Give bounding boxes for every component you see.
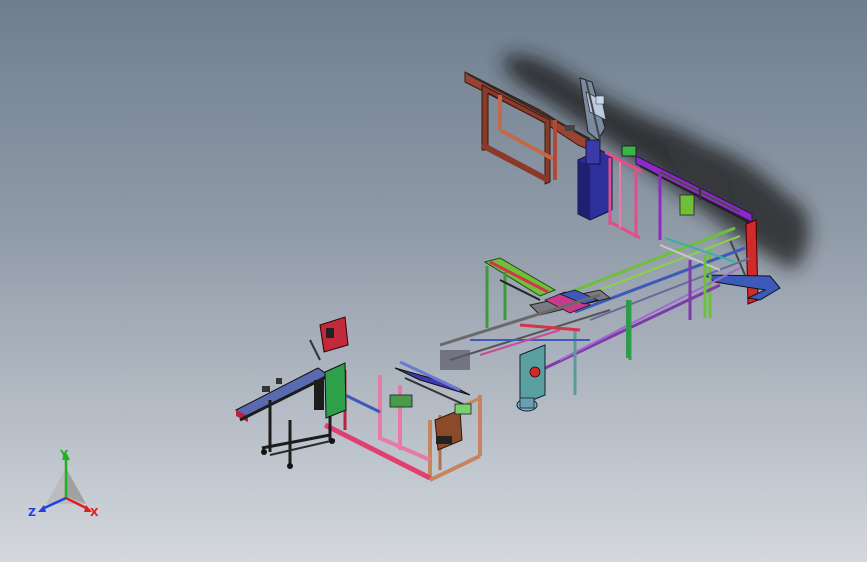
x-axis-label: X	[90, 506, 99, 519]
left-control-cabinet[interactable]	[309, 316, 349, 419]
z-axis-label: Z	[28, 506, 36, 519]
y-axis-label: Y	[59, 448, 69, 461]
cad-viewport[interactable]: Y X Z	[0, 0, 867, 562]
motor-bracket[interactable]	[516, 344, 546, 412]
coordinate-triad: Y X Z	[28, 448, 99, 519]
blue-roller-section[interactable]	[389, 350, 472, 415]
assembly-model[interactable]	[0, 0, 867, 562]
green-mid-frame[interactable]	[483, 257, 557, 328]
